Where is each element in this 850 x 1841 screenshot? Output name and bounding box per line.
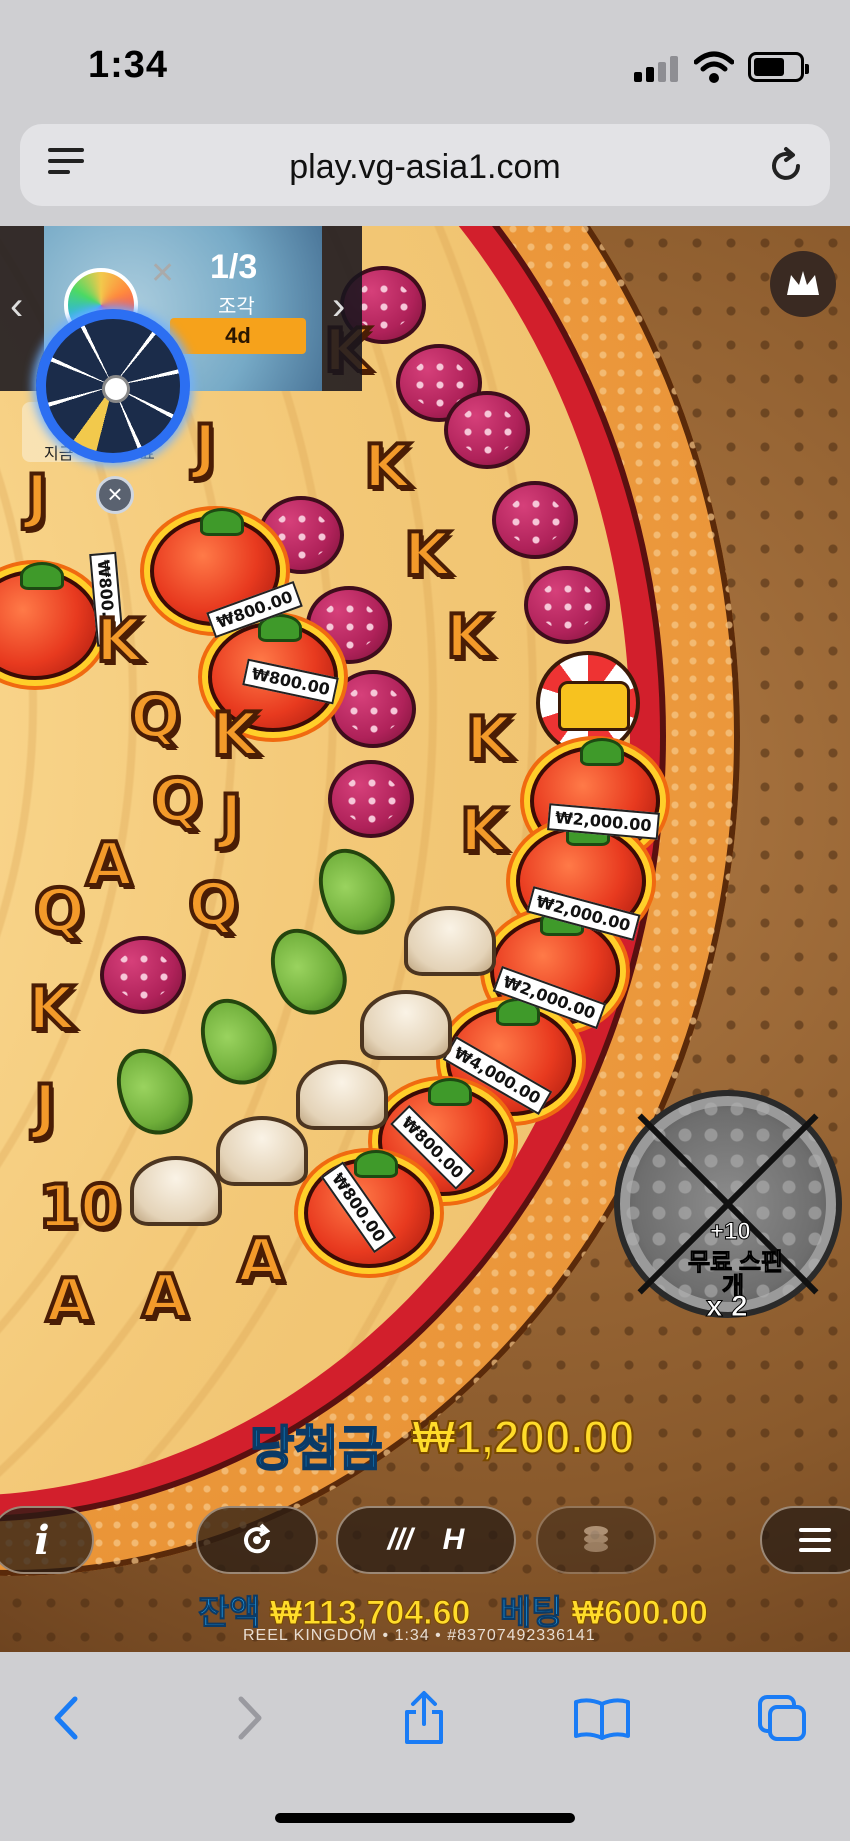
mushroom-symbol [130, 1156, 222, 1226]
pepperoni-symbol [444, 391, 530, 469]
letter-symbol: 10 [36, 1170, 123, 1244]
menu-button[interactable] [760, 1506, 850, 1574]
crown-icon [787, 271, 819, 295]
home-indicator [275, 1813, 575, 1823]
coins-icon [584, 1526, 608, 1552]
letter-symbol: K [464, 702, 514, 776]
pepperoni-symbol [492, 481, 578, 559]
free-spins-multiplier: x 2 [706, 1290, 749, 1324]
win-label: 당첨금 [249, 1422, 383, 1477]
turbo-speed-button[interactable]: /// H [336, 1506, 516, 1574]
letter-symbol: K [444, 600, 494, 674]
letter-symbol: K [210, 698, 260, 772]
back-icon[interactable] [36, 1688, 96, 1748]
letter-symbol: J [24, 460, 50, 534]
hamburger-icon [799, 1522, 831, 1558]
speed-arrows-icon: /// [387, 1523, 413, 1556]
win-amount: ₩1,200.00 [411, 1410, 635, 1464]
url-text[interactable]: play.vg-asia1.com [20, 148, 830, 187]
promo-next-icon[interactable]: › [332, 284, 345, 329]
promo-count: 1/3 [210, 248, 258, 286]
letter-symbol: Q [32, 874, 87, 948]
letter-symbol: A [236, 1224, 286, 1298]
pepperoni-symbol [524, 566, 610, 644]
letter-symbol: A [140, 1260, 190, 1334]
letter-symbol: J [32, 1070, 58, 1144]
letter-symbol: J [218, 780, 244, 854]
pepperoni-symbol [100, 936, 186, 1014]
address-bar[interactable]: play.vg-asia1.com [20, 124, 830, 206]
letter-symbol: Q [128, 680, 183, 754]
cellular-signal-icon [634, 56, 678, 82]
letter-symbol: K [362, 430, 412, 504]
bookmarks-icon[interactable] [572, 1688, 632, 1748]
reload-icon[interactable] [766, 146, 806, 186]
letter-symbol: K [26, 972, 76, 1046]
wifi-icon [694, 51, 734, 83]
forward-icon [220, 1688, 280, 1748]
pepperoni-symbol [330, 670, 416, 748]
letter-symbol: Q [186, 868, 241, 942]
autoplay-icon [244, 1523, 271, 1554]
status-time: 1:34 [88, 44, 169, 86]
battery-icon [748, 52, 809, 82]
status-bar: 1:34 [0, 0, 850, 120]
letter-symbol: J [192, 410, 218, 484]
promo-time-badge: 4d [170, 318, 306, 354]
crown-button[interactable] [770, 251, 836, 317]
promo-close-icon[interactable]: ✕ [150, 256, 175, 291]
hyper-speed-label: H [442, 1523, 465, 1556]
wheel-close-icon[interactable]: × [96, 476, 134, 514]
letter-symbol: K [458, 794, 508, 868]
mushroom-symbol [360, 990, 452, 1060]
mushroom-symbol [404, 906, 496, 976]
provider-footer: REEL KINGDOM • 1:34 • #83707492336141 [243, 1627, 596, 1644]
pepperoni-symbol [328, 760, 414, 838]
letter-symbol: Q [150, 764, 205, 838]
letter-symbol: A [84, 828, 134, 902]
autoplay-button[interactable] [196, 1506, 318, 1574]
mushroom-symbol [296, 1060, 388, 1130]
letter-symbol: K [402, 518, 452, 592]
tabs-icon[interactable] [752, 1688, 812, 1748]
letter-symbol: K [94, 604, 144, 678]
address-bar-area: play.vg-asia1.com [0, 120, 850, 226]
promo-prev-icon[interactable]: ‹ [10, 284, 23, 329]
browser-toolbar [0, 1652, 850, 1841]
bet-coins-button[interactable] [536, 1506, 656, 1574]
mushroom-symbol [216, 1116, 308, 1186]
prize-wheel-button[interactable] [36, 309, 190, 463]
delivery-truck-symbol [536, 651, 640, 755]
share-icon[interactable] [394, 1688, 454, 1748]
game-canvas[interactable]: K K K K K K ₩800.00 ₩800.00 ₩800.00 ₩2,0… [0, 226, 850, 1652]
letter-symbol: A [44, 1264, 94, 1338]
promo-label: 조각 [218, 296, 255, 318]
info-button[interactable]: i [0, 1506, 94, 1574]
